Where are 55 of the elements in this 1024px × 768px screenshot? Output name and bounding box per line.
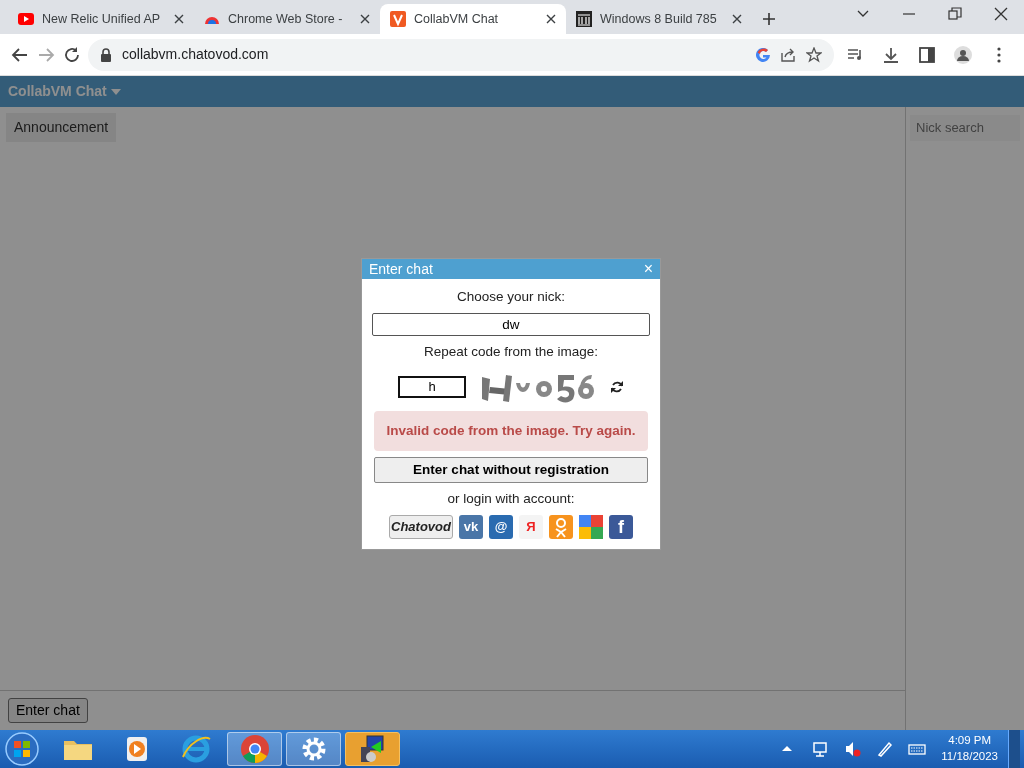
login-label: or login with account: — [447, 489, 575, 508]
error-message: Invalid code from the image. Try again. — [374, 410, 648, 451]
tab-title: New Relic Unified AP — [42, 10, 162, 28]
clock-date[interactable]: 11/18/2023 — [941, 749, 998, 765]
nick-field[interactable]: dw — [372, 313, 650, 337]
vk-button[interactable]: vk — [459, 515, 483, 539]
browser-tab[interactable]: CollabVM Chat — [380, 4, 566, 34]
avatar-icon[interactable] — [954, 45, 972, 64]
close-icon[interactable] — [174, 14, 184, 24]
building-icon — [576, 11, 592, 27]
lock-icon — [100, 47, 112, 62]
star-icon[interactable] — [806, 46, 822, 63]
mail-button[interactable]: @ — [489, 515, 513, 539]
pen-icon[interactable] — [876, 741, 895, 757]
show-desktop-button[interactable] — [1008, 730, 1020, 768]
e-logo-icon — [179, 733, 212, 765]
browser-tab[interactable]: Windows 8 Build 785 — [566, 4, 752, 34]
play-icon — [18, 11, 34, 27]
g-logo-icon[interactable] — [756, 47, 770, 62]
close-icon[interactable] — [994, 6, 1008, 21]
enter-without-registration-button[interactable]: Enter chat without registration — [374, 456, 648, 483]
nick-label: Choose your nick: — [456, 288, 566, 306]
announcement-tab[interactable]: Announcement — [6, 113, 117, 142]
close-icon[interactable] — [360, 14, 370, 24]
close-icon[interactable] — [546, 14, 556, 24]
refresh-icon[interactable] — [610, 379, 624, 394]
yandex-button[interactable]: Я — [519, 515, 543, 539]
share-icon[interactable] — [780, 46, 796, 63]
tab-title: Chrome Web Store - — [228, 10, 344, 28]
enter-chat-button[interactable]: Enter chat — [8, 698, 88, 723]
download-icon[interactable] — [882, 45, 900, 64]
tab-title: CollabVM Chat — [414, 10, 500, 28]
start-button[interactable] — [4, 731, 40, 767]
plus-icon[interactable] — [762, 12, 776, 26]
address-bar[interactable]: collabvm.chatovod.com — [88, 38, 834, 71]
tab-title: Windows 8 Build 785 — [600, 10, 718, 28]
chrome-icon — [238, 733, 271, 765]
keyboard-icon[interactable] — [908, 741, 927, 757]
restore-icon[interactable] — [948, 6, 962, 21]
taskbar-button[interactable] — [345, 732, 400, 766]
code-field[interactable]: h — [398, 375, 466, 398]
side-panel-icon[interactable] — [918, 45, 936, 64]
url-text: collabvm.chatovod.com — [122, 45, 270, 64]
muted-speaker-icon[interactable] — [844, 741, 863, 757]
close-icon[interactable] — [732, 14, 742, 24]
code-label: Repeat code from the image: — [423, 343, 599, 362]
nick-search-field[interactable]: Nick search — [910, 115, 1020, 141]
dialog-title: Enter chat — [369, 259, 433, 279]
clock-time[interactable]: 4:09 PM — [941, 733, 998, 749]
v-logo-icon — [390, 11, 406, 27]
color-blocks-icon[interactable] — [579, 515, 603, 539]
browser-tab[interactable]: Chrome Web Store - — [194, 4, 380, 34]
chatovod-button[interactable]: Chatovod — [389, 515, 453, 539]
facebook-button[interactable]: f — [609, 515, 633, 539]
browser-tab[interactable]: New Relic Unified AP — [8, 4, 194, 34]
